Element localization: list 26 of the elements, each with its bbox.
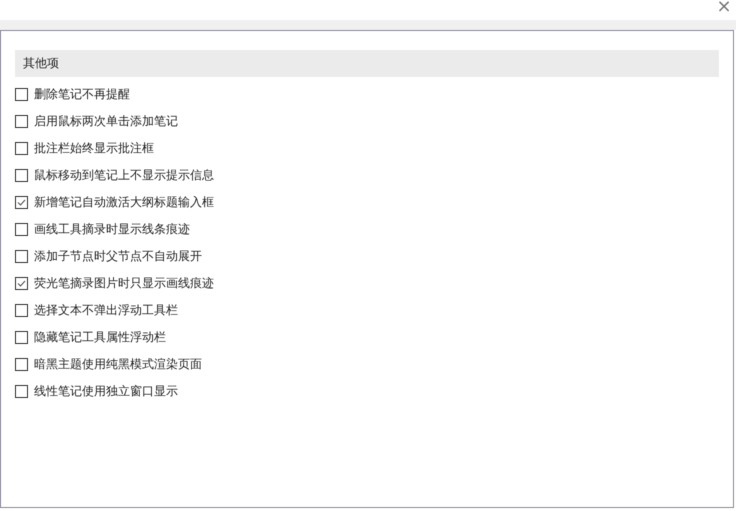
checkbox[interactable]: [15, 277, 28, 290]
checkbox[interactable]: [15, 169, 28, 182]
checkbox[interactable]: [15, 304, 28, 317]
option-label: 删除笔记不再提醒: [34, 86, 130, 103]
checkbox[interactable]: [15, 331, 28, 344]
section-title: 其他项: [23, 55, 59, 72]
option-label: 隐藏笔记工具属性浮动栏: [34, 329, 166, 346]
checkbox[interactable]: [15, 358, 28, 371]
option-label: 选择文本不弹出浮动工具栏: [34, 302, 178, 319]
checkbox[interactable]: [15, 115, 28, 128]
option-label: 批注栏始终显示批注框: [34, 140, 154, 157]
option-label: 荧光笔摘录图片时只显示画线痕迹: [34, 275, 214, 292]
option-label: 新增笔记自动激活大纲标题输入框: [34, 194, 214, 211]
checkbox[interactable]: [15, 250, 28, 263]
option-label: 启用鼠标两次单击添加笔记: [34, 113, 178, 130]
option-label: 线性笔记使用独立窗口显示: [34, 383, 178, 400]
option-label: 画线工具摘录时显示线条痕迹: [34, 221, 190, 238]
checkbox[interactable]: [15, 196, 28, 209]
close-button[interactable]: ×: [716, 0, 732, 14]
checkbox[interactable]: [15, 223, 28, 236]
checkbox[interactable]: [15, 142, 28, 155]
option-label: 添加子节点时父节点不自动展开: [34, 248, 202, 265]
option-label: 暗黑主题使用纯黑模式渲染页面: [34, 356, 202, 373]
checkbox[interactable]: [15, 385, 28, 398]
option-label: 鼠标移动到笔记上不显示提示信息: [34, 167, 214, 184]
checkbox[interactable]: [15, 88, 28, 101]
